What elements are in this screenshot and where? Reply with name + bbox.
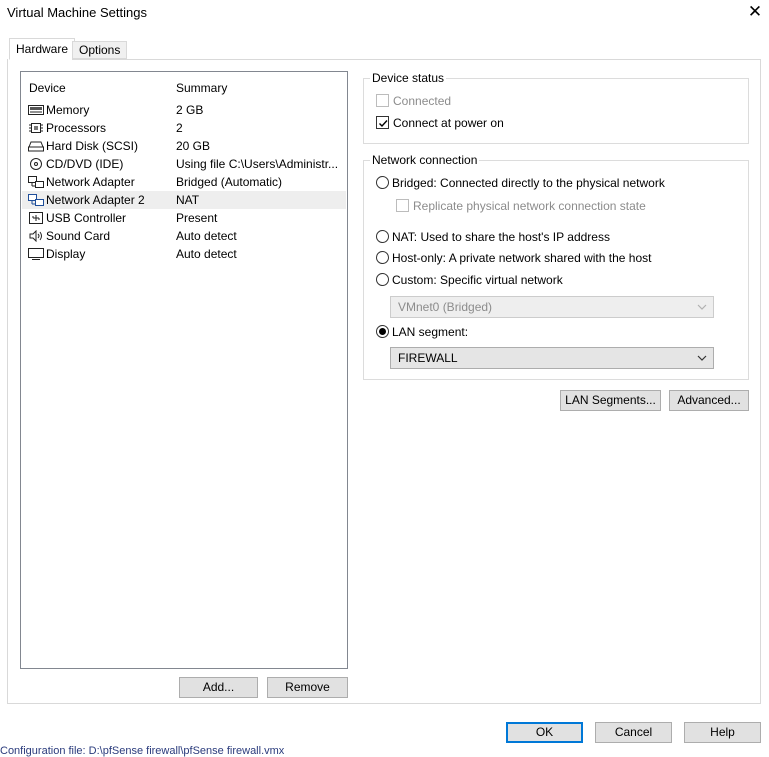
custom-network-select[interactable]: VMnet0 (Bridged) bbox=[390, 296, 714, 318]
nat-radio[interactable] bbox=[376, 230, 389, 243]
device-row-sound-card[interactable]: Sound Card Auto detect bbox=[22, 227, 346, 245]
chevron-down-icon bbox=[697, 304, 707, 310]
custom-radio[interactable] bbox=[376, 273, 389, 286]
device-row-cd-dvd[interactable]: CD/DVD (IDE) Using file C:\Users\Adminis… bbox=[22, 155, 346, 173]
custom-label: Custom: Specific virtual network bbox=[392, 273, 563, 287]
close-icon[interactable]: ✕ bbox=[745, 2, 765, 22]
device-status-group: Device status bbox=[363, 71, 749, 144]
bridged-radio[interactable] bbox=[376, 176, 389, 189]
device-summary: NAT bbox=[176, 193, 200, 207]
replicate-state-checkbox[interactable] bbox=[396, 199, 409, 212]
ok-button[interactable]: OK bbox=[506, 722, 583, 743]
cancel-button[interactable]: Cancel bbox=[595, 722, 672, 743]
connect-at-power-on-label: Connect at power on bbox=[393, 116, 504, 130]
checkmark-icon bbox=[379, 120, 388, 128]
processor-icon bbox=[29, 123, 43, 133]
column-header-summary[interactable]: Summary bbox=[176, 81, 227, 95]
window-title: Virtual Machine Settings bbox=[7, 5, 147, 20]
device-summary: Using file C:\Users\Administr... bbox=[176, 157, 339, 171]
chevron-down-icon bbox=[697, 355, 707, 361]
device-summary: Auto detect bbox=[176, 247, 237, 261]
usb-icon bbox=[29, 212, 43, 224]
help-button[interactable]: Help bbox=[684, 722, 761, 743]
tab-options[interactable]: Options bbox=[72, 41, 128, 59]
memory-icon bbox=[28, 105, 44, 115]
remove-device-button[interactable]: Remove bbox=[267, 677, 348, 698]
device-summary: 2 GB bbox=[176, 103, 204, 117]
connected-label: Connected bbox=[393, 94, 452, 108]
host-only-label: Host-only: A private network shared with… bbox=[392, 251, 652, 265]
nat-label: NAT: Used to share the host's IP address bbox=[392, 230, 610, 244]
device-summary: Present bbox=[176, 211, 218, 225]
network-connection-label: Network connection bbox=[370, 153, 480, 167]
device-summary: 2 bbox=[176, 121, 183, 135]
radio-selected-dot bbox=[379, 328, 386, 335]
add-device-button[interactable]: Add... bbox=[179, 677, 258, 698]
device-name: Memory bbox=[46, 103, 90, 117]
tab-hardware[interactable]: Hardware bbox=[9, 38, 76, 60]
device-name: Display bbox=[46, 247, 86, 261]
lan-segments-button[interactable]: LAN Segments... bbox=[560, 390, 661, 411]
network-adapter-icon bbox=[28, 176, 44, 188]
lan-segment-label: LAN segment: bbox=[392, 325, 469, 339]
column-header-device[interactable]: Device bbox=[29, 81, 66, 95]
device-name: Hard Disk (SCSI) bbox=[46, 139, 139, 153]
lan-segment-radio[interactable] bbox=[376, 325, 389, 338]
device-row-network-adapter[interactable]: Network Adapter Bridged (Automatic) bbox=[22, 173, 346, 191]
advanced-button[interactable]: Advanced... bbox=[669, 390, 749, 411]
display-icon bbox=[28, 248, 44, 260]
configuration-file-path: Configuration file: D:\pfSense firewall\… bbox=[0, 745, 285, 757]
device-summary: Auto detect bbox=[176, 229, 237, 243]
device-name: Processors bbox=[46, 121, 107, 135]
cd-dvd-icon bbox=[30, 158, 42, 170]
device-status-label: Device status bbox=[370, 71, 447, 85]
device-summary: Bridged (Automatic) bbox=[176, 175, 283, 189]
host-only-radio[interactable] bbox=[376, 251, 389, 264]
lan-segment-select[interactable]: FIREWALL bbox=[390, 347, 714, 369]
connect-at-power-on-checkbox[interactable] bbox=[376, 116, 389, 129]
replicate-state-label: Replicate physical network connection st… bbox=[413, 199, 646, 213]
device-name: Sound Card bbox=[46, 229, 111, 243]
device-row-usb-controller[interactable]: USB Controller Present bbox=[22, 209, 346, 227]
device-row-processors[interactable]: Processors 2 bbox=[22, 119, 346, 137]
hard-disk-icon bbox=[28, 141, 44, 152]
device-name: Network Adapter 2 bbox=[46, 193, 145, 207]
device-name: CD/DVD (IDE) bbox=[46, 157, 124, 171]
device-row-memory[interactable]: Memory 2 GB bbox=[22, 101, 346, 119]
custom-network-value: VMnet0 (Bridged) bbox=[398, 300, 493, 314]
lan-segment-value: FIREWALL bbox=[398, 351, 458, 365]
device-row-hard-disk[interactable]: Hard Disk (SCSI) 20 GB bbox=[22, 137, 346, 155]
device-summary: 20 GB bbox=[176, 139, 211, 153]
connected-checkbox[interactable] bbox=[376, 94, 389, 107]
network-adapter-icon bbox=[28, 194, 44, 206]
device-list[interactable]: Device Summary Memory 2 GB Processors 2 … bbox=[20, 71, 348, 669]
bridged-label: Bridged: Connected directly to the physi… bbox=[392, 176, 665, 190]
device-row-display[interactable]: Display Auto detect bbox=[22, 245, 346, 263]
device-row-network-adapter-2[interactable]: Network Adapter 2 NAT bbox=[22, 191, 346, 209]
device-name: Network Adapter bbox=[46, 175, 135, 189]
device-name: USB Controller bbox=[46, 211, 127, 225]
sound-icon bbox=[29, 230, 42, 242]
